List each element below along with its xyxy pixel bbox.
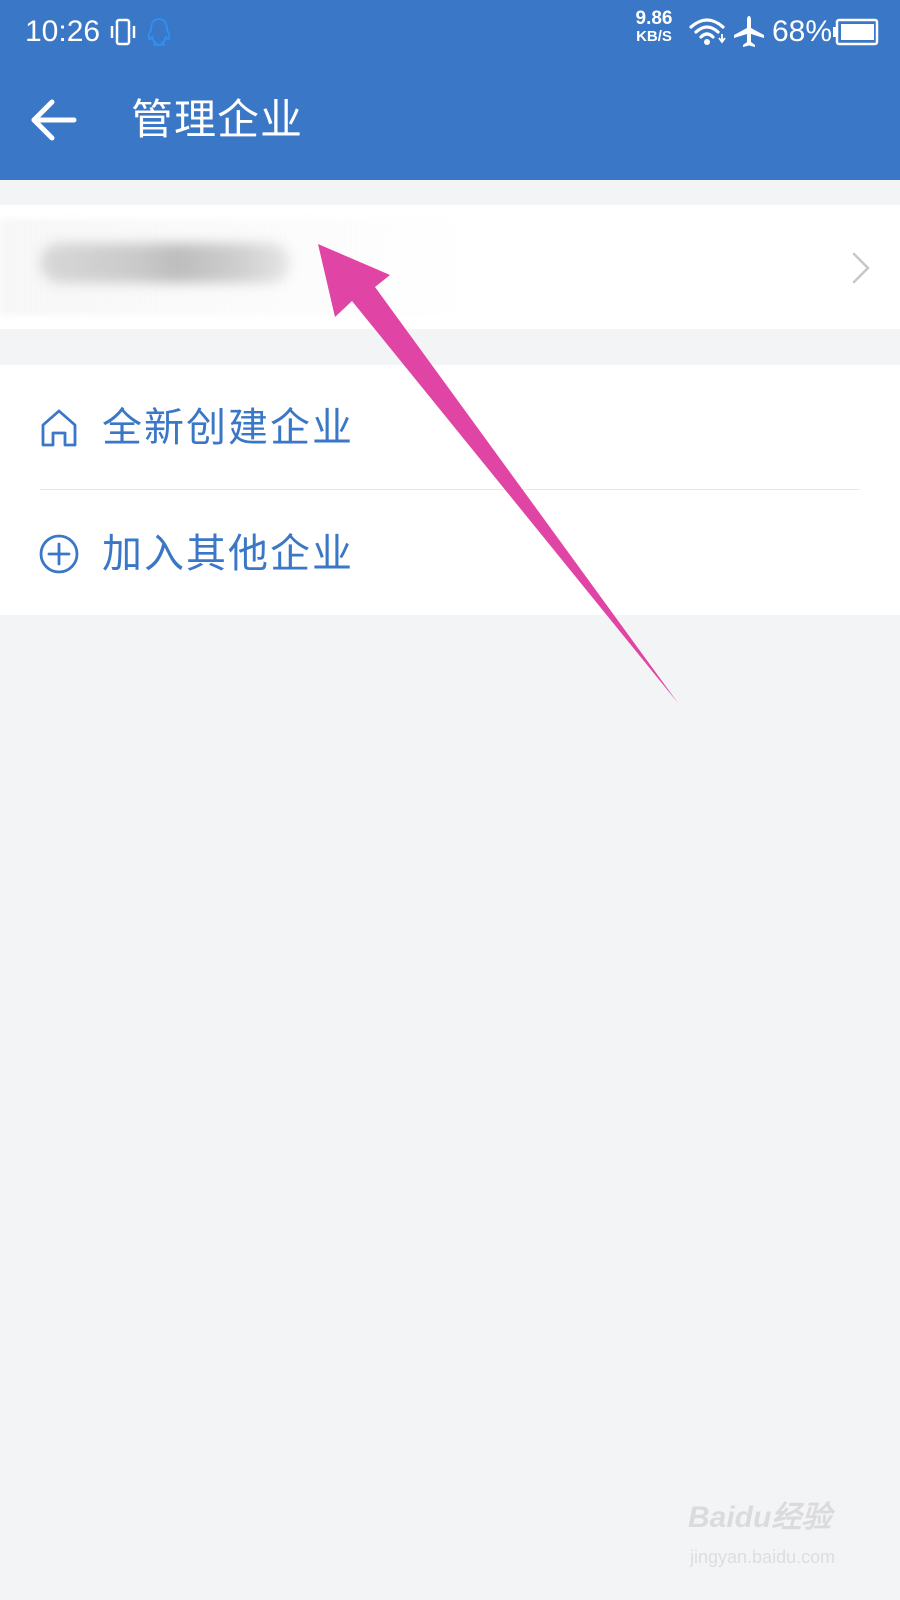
company-name-blurred bbox=[40, 243, 290, 283]
qq-icon bbox=[147, 17, 171, 46]
watermark-logo: Baidu经验 bbox=[688, 1501, 832, 1534]
vibrate-icon bbox=[110, 18, 136, 46]
divider bbox=[40, 489, 860, 490]
airplane-icon bbox=[734, 16, 764, 47]
join-other-company-label: 加入其他企业 bbox=[102, 531, 354, 577]
home-icon bbox=[41, 409, 77, 447]
create-new-company-button[interactable]: 全新创建企业 bbox=[0, 365, 900, 490]
current-company-item[interactable] bbox=[0, 205, 900, 329]
plus-circle-icon bbox=[39, 534, 79, 574]
battery-icon bbox=[833, 18, 879, 46]
page-title: 管理企业 bbox=[131, 95, 304, 144]
chevron-right-icon bbox=[852, 252, 870, 284]
back-arrow-icon[interactable] bbox=[22, 90, 86, 150]
company-options-list: 全新创建企业 加入其他企业 bbox=[0, 365, 900, 615]
create-new-company-label: 全新创建企业 bbox=[102, 405, 354, 451]
network-speed-unit: KB/S bbox=[636, 28, 672, 45]
watermark-url: jingyan.baidu.com bbox=[690, 1547, 836, 1567]
status-time: 10:26 bbox=[25, 15, 101, 48]
baidu-jingyan-watermark: Baidu经验 jingyan.baidu.com bbox=[688, 1500, 858, 1580]
status-bar: 10:26 9.86 KB/S 68% bbox=[0, 0, 900, 64]
app-header: 10:26 9.86 KB/S 68% 管理企业 bbox=[0, 0, 900, 180]
wifi-icon bbox=[689, 18, 726, 45]
network-speed: 9.86 KB/S bbox=[628, 8, 680, 46]
join-other-company-button[interactable]: 加入其他企业 bbox=[0, 491, 900, 615]
battery-percentage: 68% bbox=[772, 15, 833, 48]
network-speed-value: 9.86 bbox=[635, 8, 673, 29]
